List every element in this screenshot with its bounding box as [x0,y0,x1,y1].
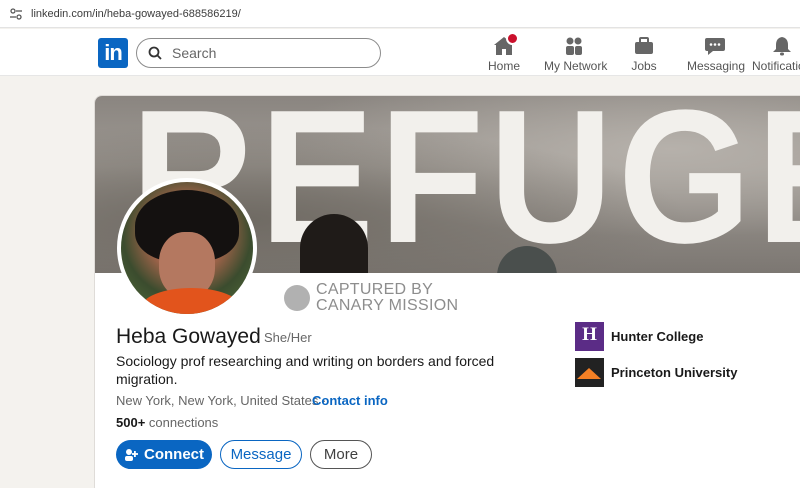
princeton-university-logo [575,358,604,387]
chat-icon [704,38,725,55]
profile-card: REFUGE CAPTURED BY CANARY MISSION Heba G… [94,95,800,488]
briefcase-icon [635,37,653,54]
bell-icon [773,37,791,56]
banner-person-silhouette [300,214,368,273]
linkedin-logo[interactable]: in [98,38,128,68]
nav-jobs[interactable]: Jobs [628,35,660,73]
connect-label: Connect [144,446,204,463]
canary-mission-logo-icon [284,285,310,311]
top-nav: in Home My Network Jobs Messaging Notifi… [0,29,800,76]
profile-headline: Sociology prof researching and writing o… [116,353,495,387]
site-settings-icon[interactable] [9,7,23,21]
profile-photo[interactable] [117,178,257,318]
org-princeton-university[interactable]: Princeton University [575,358,737,387]
search-icon [148,46,162,60]
connections-label: connections [145,415,219,430]
watermark-line-2: CANARY MISSION [316,297,459,314]
add-person-icon [125,449,138,461]
org-name: Hunter College [611,329,704,344]
hunter-college-logo: H [575,322,604,351]
more-button[interactable]: More [310,440,372,469]
org-name: Princeton University [611,365,738,380]
profile-name: Heba Gowayed [116,325,261,348]
nav-messaging[interactable]: Messaging [687,35,746,73]
address-bar[interactable]: linkedin.com/in/heba-gowayed-688586219/ [0,0,800,28]
org-hunter-college[interactable]: H Hunter College [575,322,703,351]
connections-number: 500+ [116,415,146,430]
canary-mission-watermark: CAPTURED BY CANARY MISSION [284,282,458,314]
nav-notifications[interactable]: Notifications [752,35,800,73]
search-box[interactable] [136,38,381,68]
nav-home[interactable]: Home [484,32,524,73]
connect-button[interactable]: Connect [116,440,212,469]
nav-jobs-label: Jobs [631,59,657,73]
nav-home-label: Home [487,59,520,73]
message-button[interactable]: Message [220,440,302,469]
profile-pronouns: She/Her [264,330,312,345]
nav-notifications-label: Notifications [752,59,800,73]
notification-badge [506,32,519,45]
nav-messaging-label: Messaging [687,59,746,73]
profile-location: New York, New York, United States · [116,393,327,408]
connections-count[interactable]: 500+ connections [116,415,218,430]
network-icon [566,37,582,55]
nav-my-network[interactable]: My Network [544,35,608,73]
watermark-line-1: CAPTURED BY [316,281,434,298]
search-input[interactable] [172,45,352,61]
nav-network-label: My Network [544,59,608,73]
url-text[interactable]: linkedin.com/in/heba-gowayed-688586219/ [31,8,241,20]
contact-info-link[interactable]: Contact info [312,393,388,408]
